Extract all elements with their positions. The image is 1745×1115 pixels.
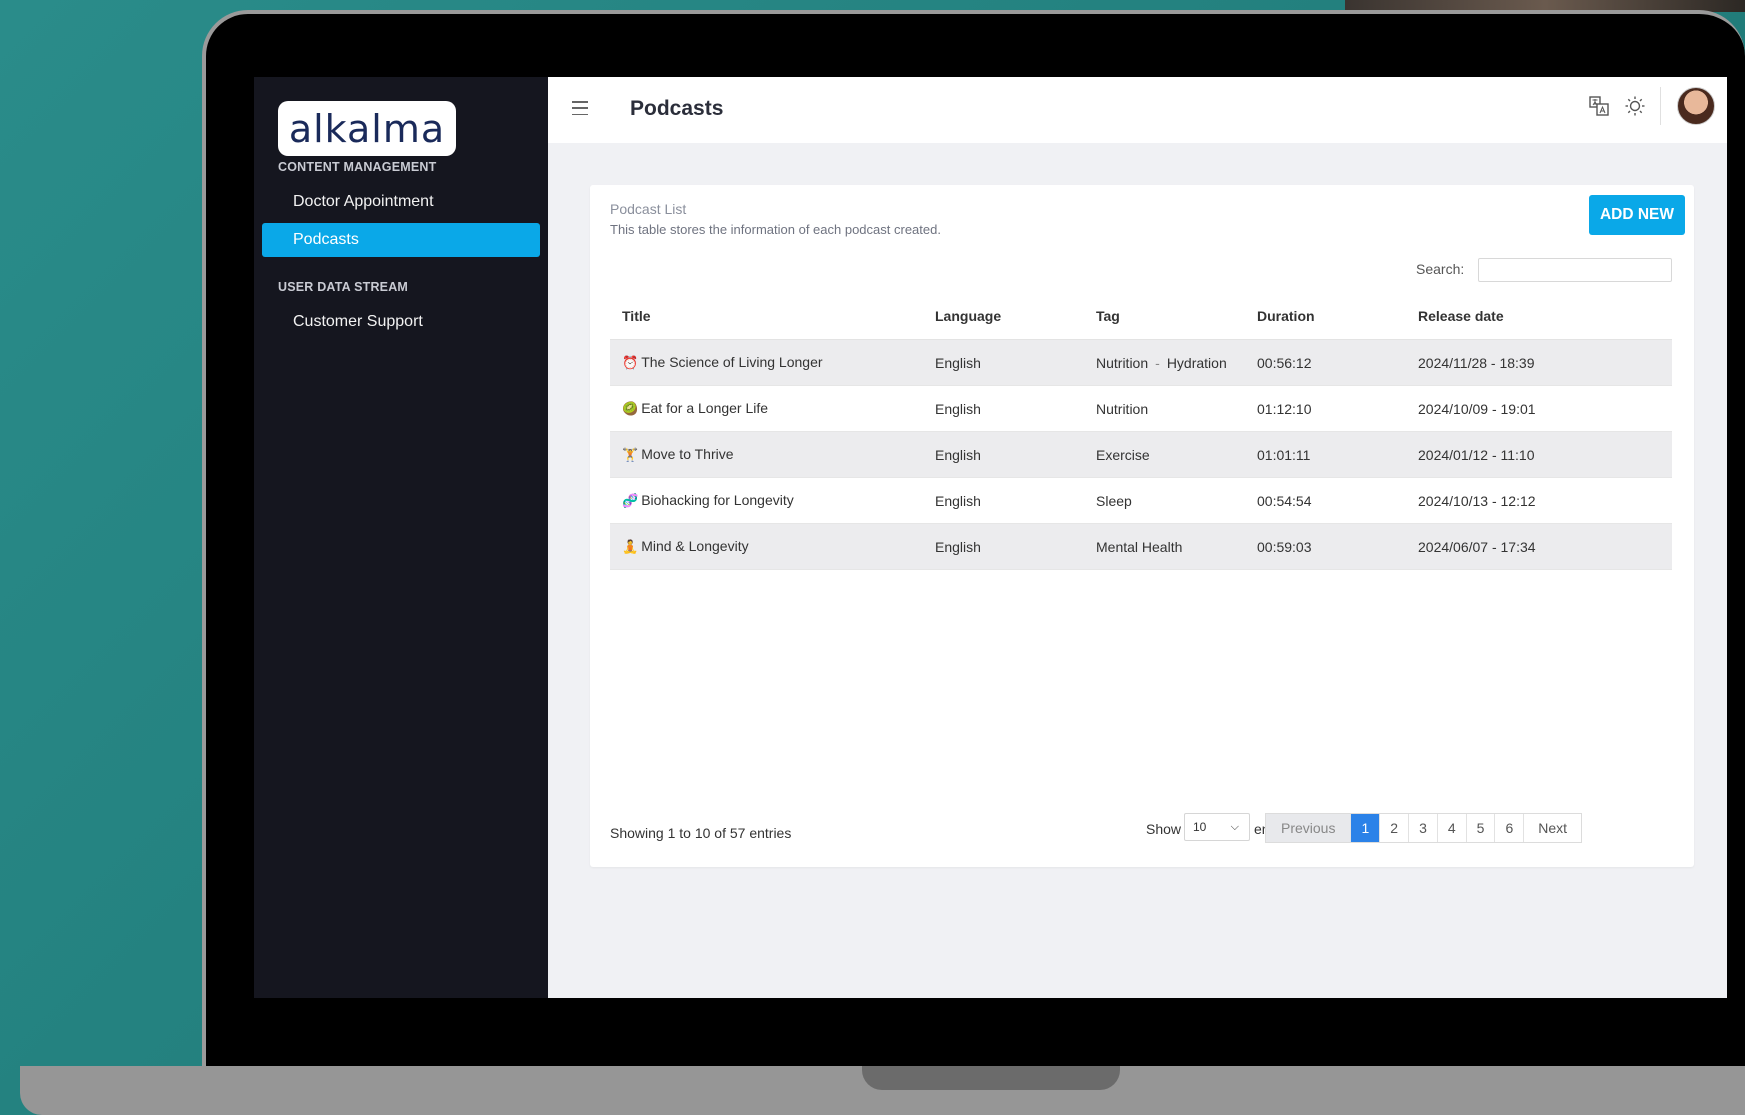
page-title: Podcasts — [630, 97, 724, 120]
cell-tag: Sleep — [1084, 477, 1245, 524]
table-row[interactable]: 🧘 Mind & Longevity English Mental Health … — [610, 523, 1672, 570]
table-row[interactable]: ⏰ The Science of Living Longer English Nu… — [610, 339, 1672, 386]
podcast-title: Biohacking for Longevity — [641, 492, 794, 508]
column-header-title[interactable]: Title — [610, 293, 923, 340]
cell-tag: Exercise — [1084, 431, 1245, 478]
cell-tag: Nutrition - Hydration — [1084, 339, 1245, 386]
search-label: Search: — [1416, 261, 1465, 277]
cell-tag: Nutrition — [1084, 385, 1245, 432]
logo[interactable]: alkalma — [278, 101, 456, 156]
cell-language: English — [923, 523, 1084, 570]
search-input[interactable] — [1478, 258, 1672, 282]
topbar-actions — [1588, 87, 1715, 125]
cell-language: English — [923, 431, 1084, 478]
menu-icon[interactable] — [572, 101, 588, 115]
sidebar-item-doctor-appointment[interactable]: Doctor Appointment — [262, 185, 540, 219]
sun-icon[interactable] — [1624, 95, 1646, 117]
cell-language: English — [923, 477, 1084, 524]
cell-duration: 01:01:11 — [1245, 431, 1406, 478]
cell-release-date: 2024/06/07 - 17:34 — [1406, 523, 1672, 570]
logo-text: alkalma — [288, 106, 446, 151]
cell-title: 🧘 Mind & Longevity — [610, 523, 923, 570]
column-header-duration[interactable]: Duration — [1245, 293, 1406, 340]
sidebar-item-podcasts[interactable]: Podcasts — [262, 223, 540, 257]
pagination-page[interactable]: 3 — [1408, 814, 1437, 842]
podcast-title: Move to Thrive — [641, 446, 734, 462]
pagination-page[interactable]: 6 — [1494, 814, 1524, 842]
cell-release-date: 2024/01/12 - 11:10 — [1406, 431, 1672, 478]
weightlifter-icon: 🏋 — [622, 447, 639, 462]
app-screen: alkalma CONTENT MANAGEMENT Doctor Appoin… — [254, 77, 1727, 998]
entries-summary: Showing 1 to 10 of 57 entries — [610, 825, 792, 841]
podcast-table: Title Language Tag Duration Release date… — [610, 293, 1672, 570]
cell-language: English — [923, 339, 1084, 386]
card-subtitle: This table stores the information of eac… — [610, 222, 941, 237]
podcast-title: Eat for a Longer Life — [641, 400, 769, 416]
table-header-row: Title Language Tag Duration Release date — [610, 293, 1672, 340]
sidebar: alkalma CONTENT MANAGEMENT Doctor Appoin… — [254, 77, 548, 998]
table-row[interactable]: 🥝 Eat for a Longer Life English Nutrition… — [610, 385, 1672, 432]
translate-icon[interactable] — [1588, 95, 1610, 117]
add-new-button[interactable]: ADD NEW — [1589, 195, 1685, 235]
kiwi-icon: 🥝 — [622, 401, 639, 416]
dna-icon: 🧬 — [622, 493, 639, 508]
clock-icon: ⏰ — [622, 355, 639, 370]
tag: Hydration — [1166, 354, 1227, 371]
cell-release-date: 2024/10/09 - 19:01 — [1406, 385, 1672, 432]
column-header-language[interactable]: Language — [923, 293, 1084, 340]
column-header-release-date[interactable]: Release date — [1406, 293, 1672, 340]
column-header-tag[interactable]: Tag — [1084, 293, 1245, 340]
podcast-list-card: Podcast List This table stores the infor… — [590, 185, 1694, 867]
cell-duration: 00:56:12 — [1245, 339, 1406, 386]
meditation-icon: 🧘 — [622, 539, 639, 554]
pagination-previous[interactable]: Previous — [1266, 814, 1351, 842]
nav-section-user-data-stream: USER DATA STREAM — [278, 280, 409, 294]
sidebar-item-customer-support[interactable]: Customer Support — [262, 305, 540, 339]
page-size-select[interactable]: 10 ⌵ — [1184, 813, 1250, 841]
pagination-page[interactable]: 1 — [1350, 814, 1380, 842]
cell-duration: 00:59:03 — [1245, 523, 1406, 570]
table-row[interactable]: 🧬 Biohacking for Longevity English Sleep … — [610, 477, 1672, 524]
cell-release-date: 2024/10/13 - 12:12 — [1406, 477, 1672, 524]
pagination-page[interactable]: 5 — [1465, 814, 1495, 842]
cell-title: ⏰ The Science of Living Longer — [610, 339, 923, 386]
card-title: Podcast List — [610, 201, 687, 217]
pagination: Previous 1 2 3 4 5 6 Next — [1265, 813, 1583, 843]
cell-duration: 00:54:54 — [1245, 477, 1406, 524]
show-label: Show — [1146, 821, 1182, 837]
page-size-value: 10 — [1193, 820, 1207, 834]
avatar[interactable] — [1677, 87, 1715, 125]
pagination-page[interactable]: 4 — [1436, 814, 1466, 842]
pagination-next[interactable]: Next — [1523, 814, 1582, 842]
podcast-title: The Science of Living Longer — [641, 354, 823, 370]
cell-language: English — [923, 385, 1084, 432]
table-row[interactable]: 🏋 Move to Thrive English Exercise 01:01:1… — [610, 431, 1672, 478]
cell-title: 🏋 Move to Thrive — [610, 431, 923, 478]
cell-title: 🧬 Biohacking for Longevity — [610, 477, 923, 524]
cell-release-date: 2024/11/28 - 18:39 — [1406, 339, 1672, 386]
laptop-notch — [862, 1066, 1120, 1090]
pagination-page[interactable]: 2 — [1379, 814, 1409, 842]
cell-duration: 01:12:10 — [1245, 385, 1406, 432]
topbar: Podcasts — [548, 77, 1727, 143]
cell-title: 🥝 Eat for a Longer Life — [610, 385, 923, 432]
cell-tag: Mental Health — [1084, 523, 1245, 570]
tag: Nutrition — [1096, 354, 1149, 371]
topbar-divider — [1660, 87, 1661, 125]
nav-section-content-management: CONTENT MANAGEMENT — [278, 160, 437, 174]
podcast-title: Mind & Longevity — [641, 538, 749, 554]
chevron-down-icon: ⌵ — [1230, 821, 1239, 833]
